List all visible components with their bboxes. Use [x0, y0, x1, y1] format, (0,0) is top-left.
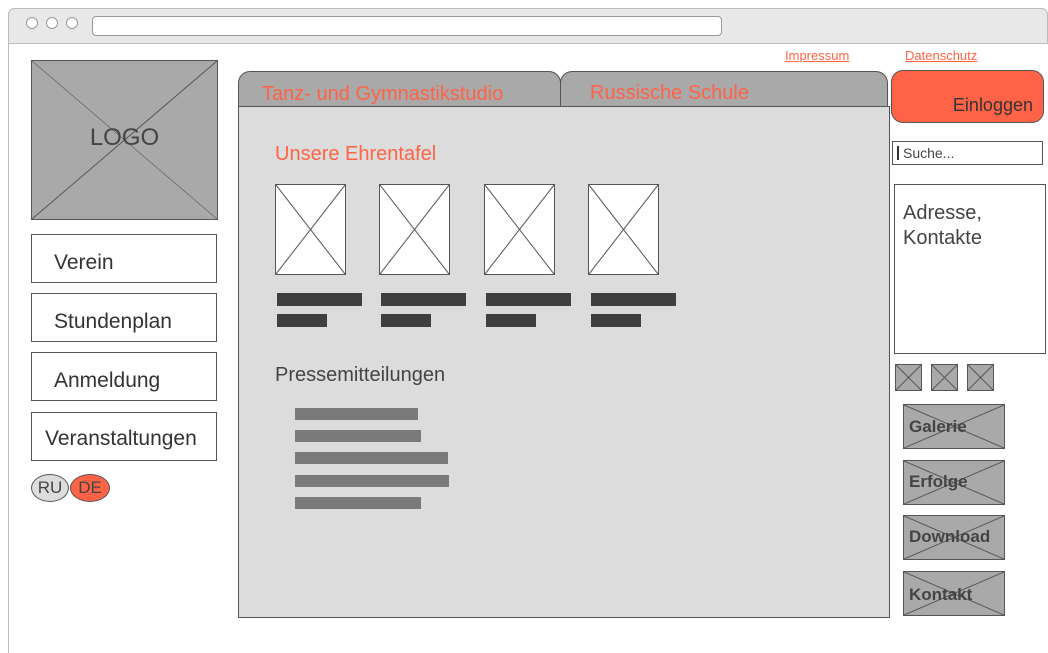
image-placeholder-icon	[484, 184, 555, 275]
search-input[interactable]: Suche...	[892, 141, 1043, 165]
kontakt-button-label: Kontakt	[909, 585, 973, 604]
press-item-placeholder[interactable]	[295, 497, 421, 509]
text-placeholder	[591, 314, 641, 327]
window-maximize-icon[interactable]	[66, 17, 78, 29]
tab-russische-schule[interactable]: Russische Schule	[560, 71, 888, 109]
honor-board-title: Unsere Ehrentafel	[275, 143, 437, 165]
press-item-placeholder[interactable]	[295, 430, 421, 442]
tab-label: Tanz- und Gymnastikstudio	[262, 83, 504, 105]
social-icon[interactable]	[931, 364, 958, 391]
social-icon[interactable]	[895, 364, 922, 391]
sidebar-item-stundenplan[interactable]: Stundenplan	[31, 293, 217, 342]
text-placeholder	[486, 293, 571, 306]
text-placeholder	[277, 293, 362, 306]
sidebar-item-anmeldung[interactable]: Anmeldung	[31, 352, 217, 401]
text-placeholder	[277, 314, 327, 327]
window-border	[8, 44, 9, 653]
text-placeholder	[486, 314, 536, 327]
image-placeholder-icon	[379, 184, 450, 275]
social-icon[interactable]	[967, 364, 994, 391]
sidebar-item-verein[interactable]: Verein	[31, 234, 217, 283]
login-button[interactable]: Einloggen	[891, 70, 1044, 123]
image-placeholder-icon	[588, 184, 659, 275]
tab-label: Russische Schule	[590, 82, 749, 104]
datenschutz-link[interactable]: Datenschutz	[905, 48, 977, 63]
press-releases-title: Pressemitteilungen	[275, 364, 446, 386]
text-placeholder	[381, 293, 466, 306]
logo-label: LOGO	[89, 124, 160, 151]
address-contacts-box: Adresse, Kontakte	[894, 184, 1046, 354]
impressum-link[interactable]: Impressum	[785, 48, 849, 63]
address-bar[interactable]	[92, 16, 722, 36]
press-item-placeholder[interactable]	[295, 475, 449, 487]
text-placeholder	[591, 293, 676, 306]
erfolge-button-label: Erfolge	[909, 472, 968, 491]
language-de-button[interactable]: DE	[70, 474, 110, 502]
main-content-panel	[238, 106, 890, 618]
window-close-icon[interactable]	[26, 17, 38, 29]
galerie-button-label: Galerie	[909, 417, 967, 436]
press-item-placeholder[interactable]	[295, 452, 448, 464]
text-placeholder	[381, 314, 431, 327]
press-item-placeholder[interactable]	[295, 408, 418, 420]
download-button-label: Download	[909, 527, 991, 546]
image-placeholder-icon	[275, 184, 346, 275]
sidebar-item-veranstaltungen[interactable]: Veranstaltungen	[31, 412, 217, 461]
window-minimize-icon[interactable]	[46, 17, 58, 29]
text-cursor	[897, 146, 899, 160]
tab-tanz-gymnastikstudio[interactable]: Tanz- und Gymnastikstudio	[238, 71, 561, 109]
language-ru-button[interactable]: RU	[31, 474, 69, 502]
